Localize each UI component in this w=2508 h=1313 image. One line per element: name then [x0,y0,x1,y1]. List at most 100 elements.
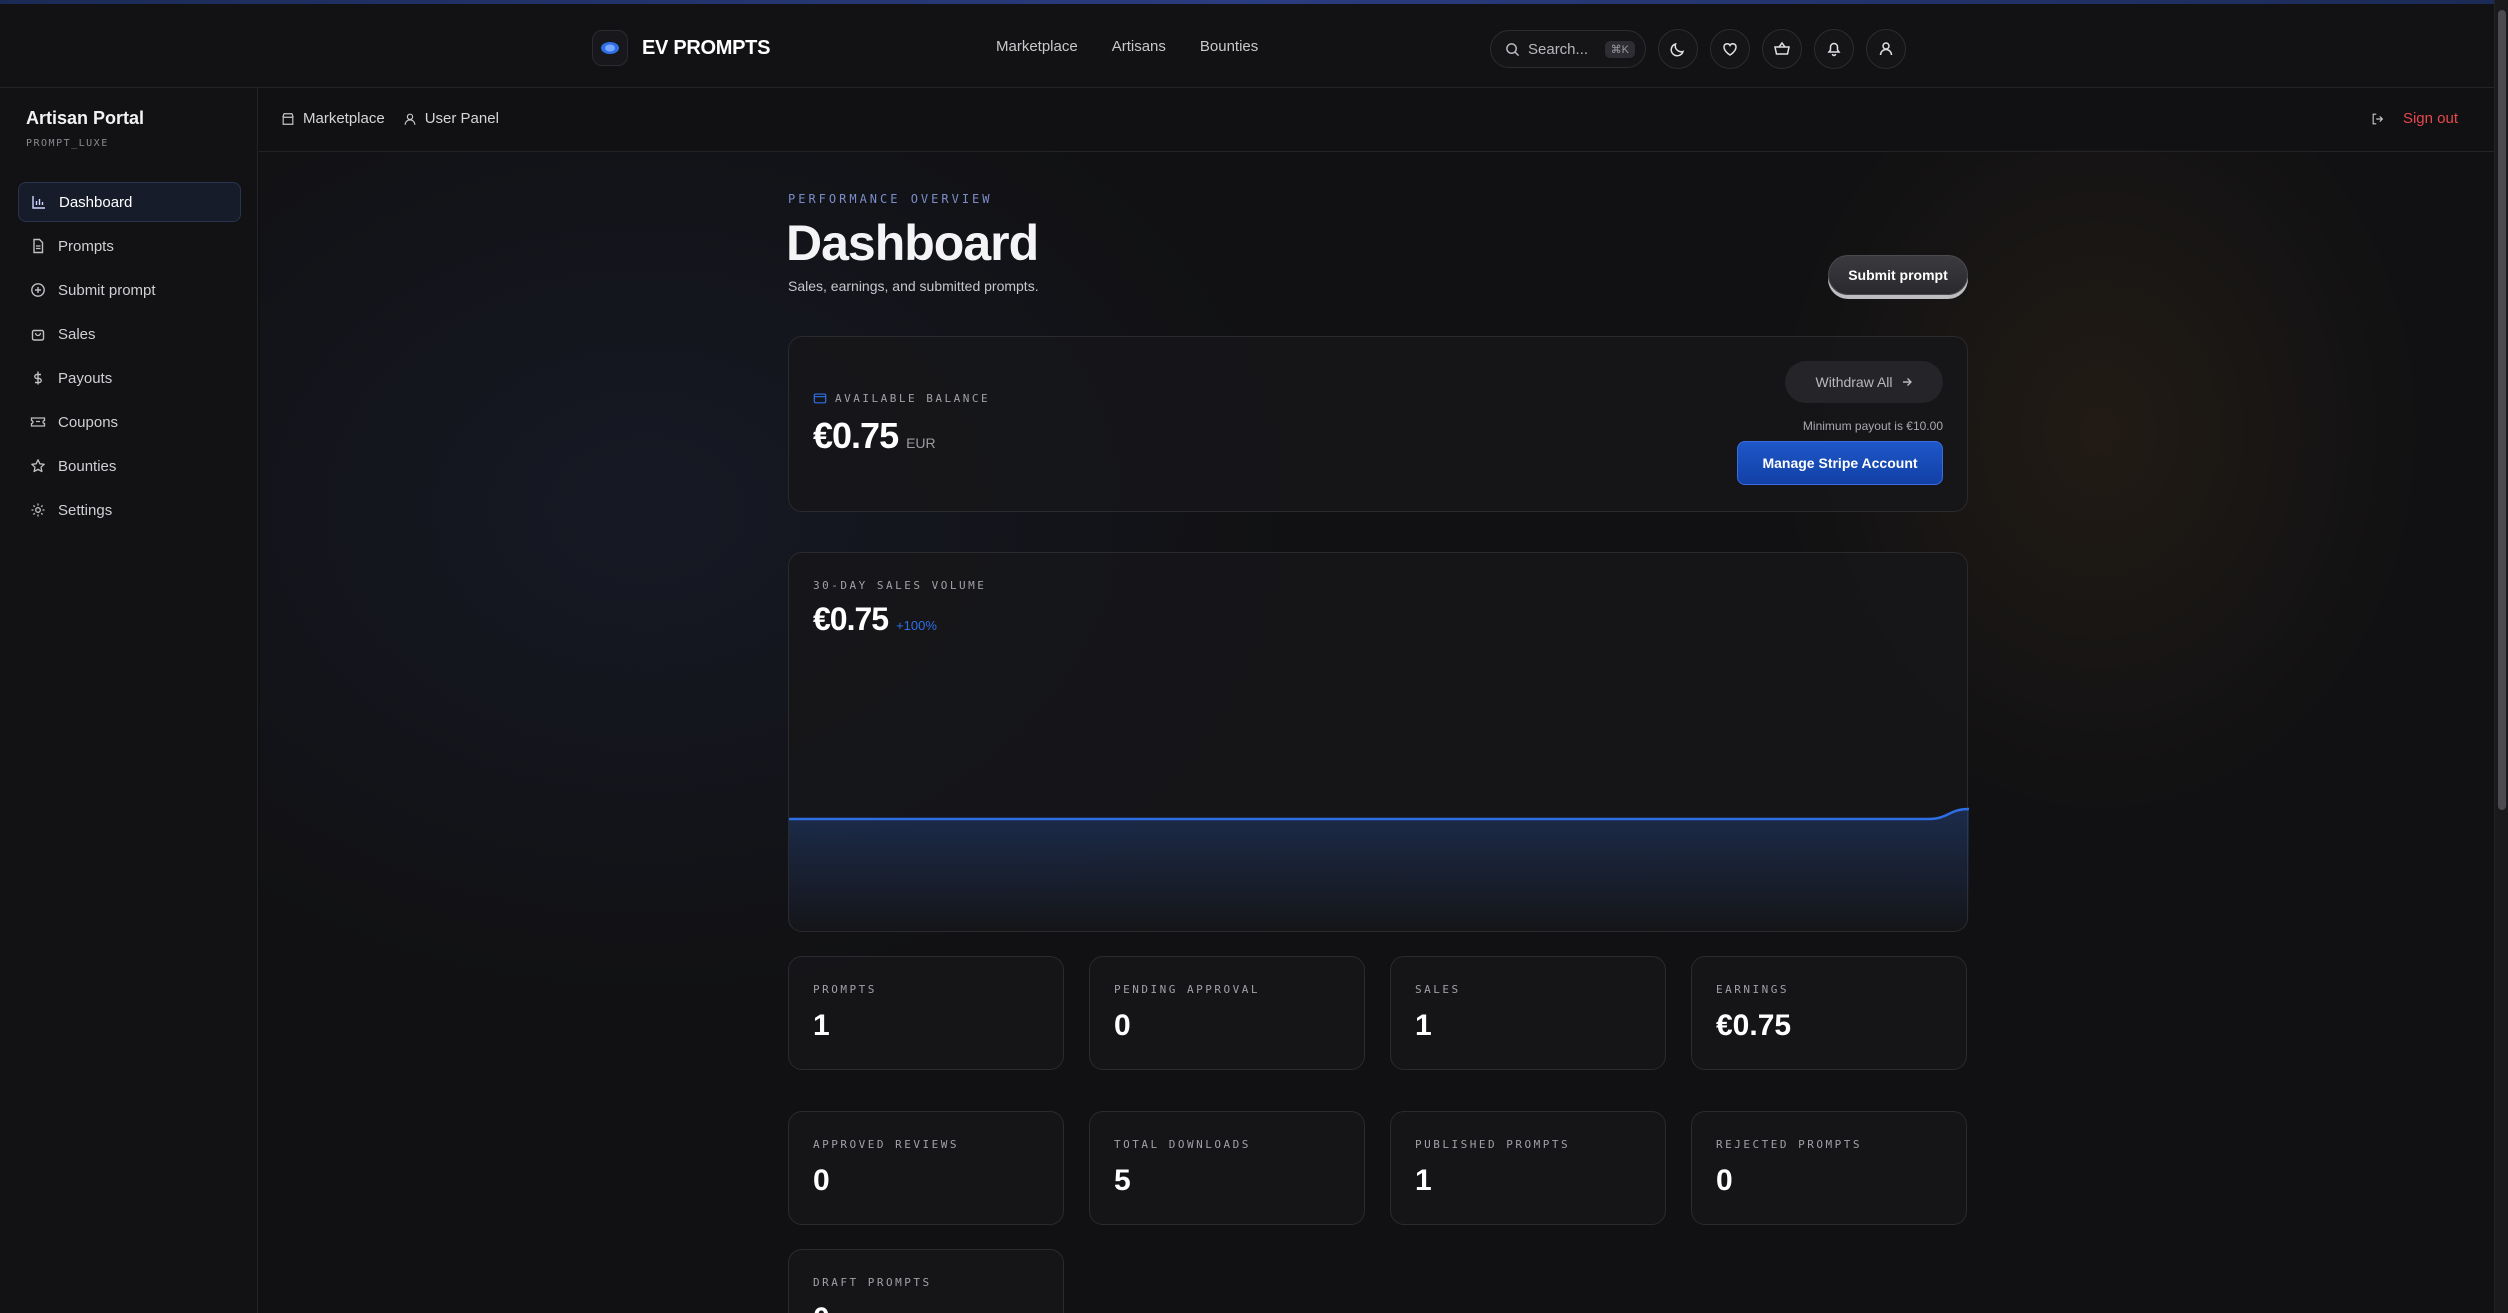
stat-value: 0 [813,1302,830,1313]
top-navbar: EV PROMPTS Marketplace Artisans Bounties… [0,4,2494,88]
minimum-payout-note: Minimum payout is €10.00 [1802,419,1943,433]
breadcrumb: Marketplace User Panel [281,110,499,127]
scrollbar[interactable] [2494,0,2508,1313]
balance-card: AVAILABLE BALANCE €0.75 EUR Withdraw All… [788,336,1968,512]
stat-card: PUBLISHED PROMPTS 1 [1390,1111,1666,1225]
search-box[interactable]: Search... ⌘K [1490,30,1646,68]
sidebar-item-label: Bounties [58,457,117,475]
sales-volume-line [789,807,1969,821]
balance-label: AVAILABLE BALANCE [813,391,990,405]
breadcrumb-marketplace-label: Marketplace [303,110,385,127]
stat-value: €0.75 [1716,1009,1792,1042]
balance-currency: EUR [906,435,936,451]
stat-card: APPROVED REVIEWS 0 [788,1111,1064,1225]
search-shortcut: ⌘K [1604,40,1635,58]
stat-label: EARNINGS [1716,983,1789,996]
shopping-bag-icon [31,329,45,341]
stat-label: TOTAL DOWNLOADS [1114,1138,1251,1151]
stat-label: DRAFT PROMPTS [813,1276,932,1289]
stat-label: REJECTED PROMPTS [1716,1138,1862,1151]
gear-icon [31,503,45,517]
moon-icon [1670,42,1685,57]
bar-chart-icon [32,196,45,209]
sign-out-button[interactable]: Sign out [2371,110,2458,127]
brand-logo-icon [592,30,628,66]
sidebar-item-label: Submit prompt [58,281,156,299]
breadcrumb-bar: Marketplace User Panel Sign out [259,88,2494,152]
stat-value: 0 [813,1164,830,1197]
sidebar-menu: Dashboard Prompts Submit prompt Sales Pa… [18,182,241,534]
stat-label: PENDING APPROVAL [1114,983,1260,996]
page-title: Dashboard [786,215,1039,271]
submit-prompt-button[interactable]: Submit prompt [1828,255,1968,295]
manage-stripe-account-button[interactable]: Manage Stripe Account [1737,441,1943,485]
sales-volume-card: 30-DAY SALES VOLUME €0.75 +100% [788,552,1969,932]
sidebar-item-sales[interactable]: Sales [18,314,241,354]
basket-icon [1774,41,1790,55]
sign-out-label: Sign out [2402,110,2458,127]
stat-label: SALES [1415,983,1461,996]
stat-value: 5 [1114,1164,1131,1197]
withdraw-all-label: Withdraw All [1815,374,1893,390]
breadcrumb-marketplace[interactable]: Marketplace [281,110,385,127]
portal-title: Artisan Portal [26,108,145,128]
bell-icon [1827,42,1841,57]
sidebar-item-label: Sales [58,325,96,343]
sidebar-item-label: Settings [58,501,113,519]
user-icon [404,113,416,125]
main-nav: Marketplace Artisans Bounties [996,38,1258,55]
nav-link-artisans[interactable]: Artisans [1112,38,1166,55]
sidebar-item-coupons[interactable]: Coupons [18,402,241,442]
balance-amount: €0.75 [813,415,899,456]
search-placeholder: Search... [1528,40,1589,58]
balance-value: €0.75 EUR [813,415,936,457]
stat-card: PENDING APPROVAL 0 [1089,956,1365,1070]
stat-value: 1 [1415,1164,1432,1197]
sidebar-item-submit-prompt[interactable]: Submit prompt [18,270,241,310]
stat-value: 1 [813,1009,830,1042]
sales-volume-chart [789,807,1969,931]
nav-actions: Search... ⌘K [1490,29,1906,69]
search-icon [1506,42,1520,56]
sidebar-item-label: Dashboard [59,193,133,211]
breadcrumb-user-panel[interactable]: User Panel [403,110,499,127]
nav-link-bounties[interactable]: Bounties [1200,38,1258,55]
stat-label: PUBLISHED PROMPTS [1415,1138,1571,1151]
sidebar-item-label: Prompts [58,237,114,255]
scrollbar-thumb[interactable] [2498,10,2506,810]
notifications-button[interactable] [1814,29,1854,69]
stat-card: REJECTED PROMPTS 0 [1691,1111,1967,1225]
document-icon [33,238,44,254]
plus-circle-icon [31,283,45,297]
nav-link-marketplace[interactable]: Marketplace [996,38,1078,55]
stat-value: 0 [1114,1009,1131,1042]
sidebar-item-bounties[interactable]: Bounties [18,446,241,486]
brand[interactable]: EV PROMPTS [592,30,770,66]
cart-button[interactable] [1762,29,1802,69]
stat-card: PROMPTS 1 [788,956,1064,1070]
arrow-right-icon [1902,378,1912,386]
stat-card: EARNINGS €0.75 [1691,956,1967,1070]
account-button[interactable] [1866,29,1906,69]
star-icon [31,459,45,473]
stat-card: TOTAL DOWNLOADS 5 [1089,1111,1365,1225]
stat-value: 1 [1415,1009,1432,1042]
sidebar-item-prompts[interactable]: Prompts [18,226,241,266]
stat-card: SALES 1 [1390,956,1666,1070]
user-icon [1879,42,1893,56]
breadcrumb-user-panel-label: User Panel [424,110,499,127]
brand-name: EV PROMPTS [642,36,771,59]
sidebar-item-label: Payouts [58,369,113,387]
balance-label-text: AVAILABLE BALANCE [835,391,991,405]
wallet-icon [813,393,827,404]
store-icon [282,112,294,125]
sidebar-item-payouts[interactable]: Payouts [18,358,241,398]
theme-toggle-button[interactable] [1658,29,1698,69]
wishlist-button[interactable] [1710,29,1750,69]
sidebar-item-dashboard[interactable]: Dashboard [18,182,241,222]
withdraw-all-button[interactable]: Withdraw All [1785,361,1943,403]
ticket-icon [30,417,46,427]
heart-icon [1723,43,1737,56]
sidebar-item-settings[interactable]: Settings [18,490,241,530]
portal-subtitle: PROMPT_LUXE [26,138,109,149]
